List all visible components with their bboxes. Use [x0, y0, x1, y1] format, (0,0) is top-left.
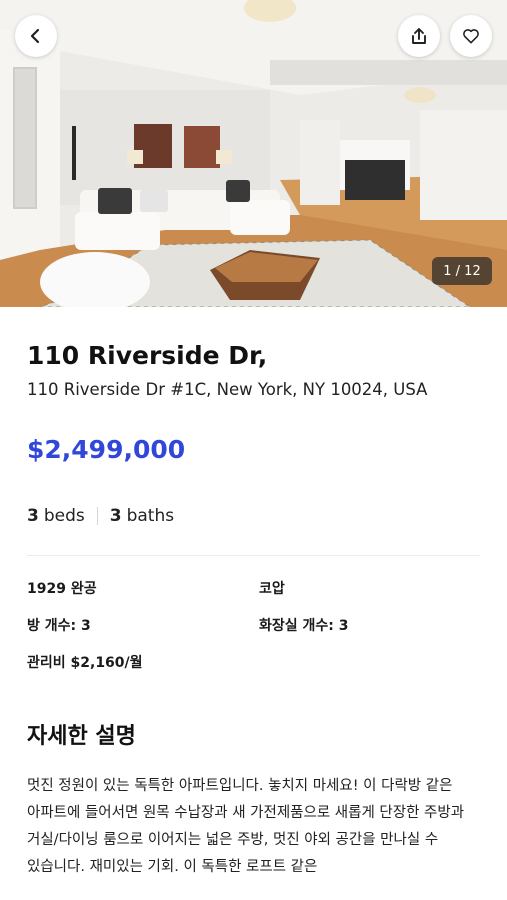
fact-built-year: 1929 완공 — [27, 581, 97, 597]
beds-label: beds — [43, 506, 85, 526]
property-facts: 1929 완공 코압 방 개수: 3 화장실 개수: 3 관리비 $2,160/… — [27, 580, 480, 673]
fact-property-type: 코압 — [259, 581, 285, 597]
back-button[interactable] — [15, 15, 57, 57]
chevron-left-icon — [30, 28, 40, 44]
description-text: 멋진 정원이 있는 독특한 아파트입니다. 놓치지 마세요! 이 다락방 같은 … — [27, 778, 465, 875]
bed-bath-summary: 3 beds 3 baths — [27, 503, 480, 529]
listing-address: 110 Riverside Dr #1C, New York, NY 10024… — [27, 380, 428, 399]
favorite-button[interactable] — [450, 15, 492, 57]
baths-label: baths — [126, 506, 175, 526]
photo-gallery[interactable]: 1 / 12 — [0, 0, 507, 307]
share-icon — [412, 28, 426, 44]
listing-details: 110 Riverside Dr, 110 Riverside Dr #1C, … — [0, 340, 507, 883]
listing-title: 110 Riverside Dr, — [27, 341, 268, 370]
baths-count: 3 — [109, 506, 122, 526]
fact-maintenance-fee: 관리비 $2,160/월 — [27, 655, 143, 671]
specs-divider — [96, 507, 98, 525]
listing-price: $2,499,000 — [27, 435, 186, 464]
fact-bathrooms: 화장실 개수: 3 — [259, 618, 349, 634]
fact-rooms: 방 개수: 3 — [27, 618, 91, 634]
heart-icon — [463, 29, 479, 44]
section-divider — [27, 555, 480, 556]
photo-counter: 1 / 12 — [432, 257, 492, 285]
description-heading: 자세한 설명 — [27, 724, 136, 749]
beds-count: 3 — [27, 506, 39, 526]
share-button[interactable] — [398, 15, 440, 57]
